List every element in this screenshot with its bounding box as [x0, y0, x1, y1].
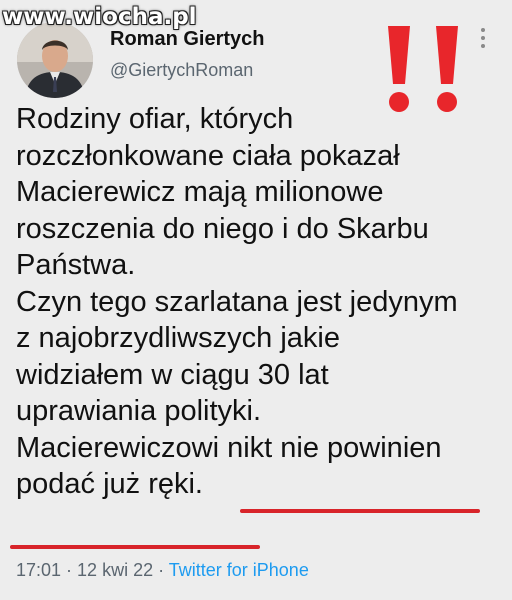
author-name[interactable]: Roman Giertych — [110, 28, 264, 51]
author-handle[interactable]: @GiertychRoman — [110, 60, 253, 81]
tweet-meta: 17:01 · 12 kwi 22 · Twitter for iPhone — [16, 560, 309, 581]
tweet-date[interactable]: 12 kwi 22 — [77, 560, 153, 580]
tweet-time[interactable]: 17:01 — [16, 560, 61, 580]
meta-separator: · — [153, 560, 169, 580]
tweet-source-app[interactable]: Twitter for iPhone — [169, 560, 309, 580]
tweet-card: www.wiocha.pl Roman Giertych @GiertychRo… — [0, 0, 512, 600]
watermark: www.wiocha.pl — [2, 4, 197, 30]
highlight-underline — [10, 545, 260, 549]
meta-separator: · — [61, 560, 78, 580]
tweet-text: Rodziny ofiar, których rozczłonkowane ci… — [16, 103, 458, 500]
avatar[interactable] — [17, 22, 93, 98]
highlight-underline — [240, 509, 480, 513]
more-options-icon[interactable] — [476, 28, 490, 54]
avatar-photo — [17, 22, 93, 98]
